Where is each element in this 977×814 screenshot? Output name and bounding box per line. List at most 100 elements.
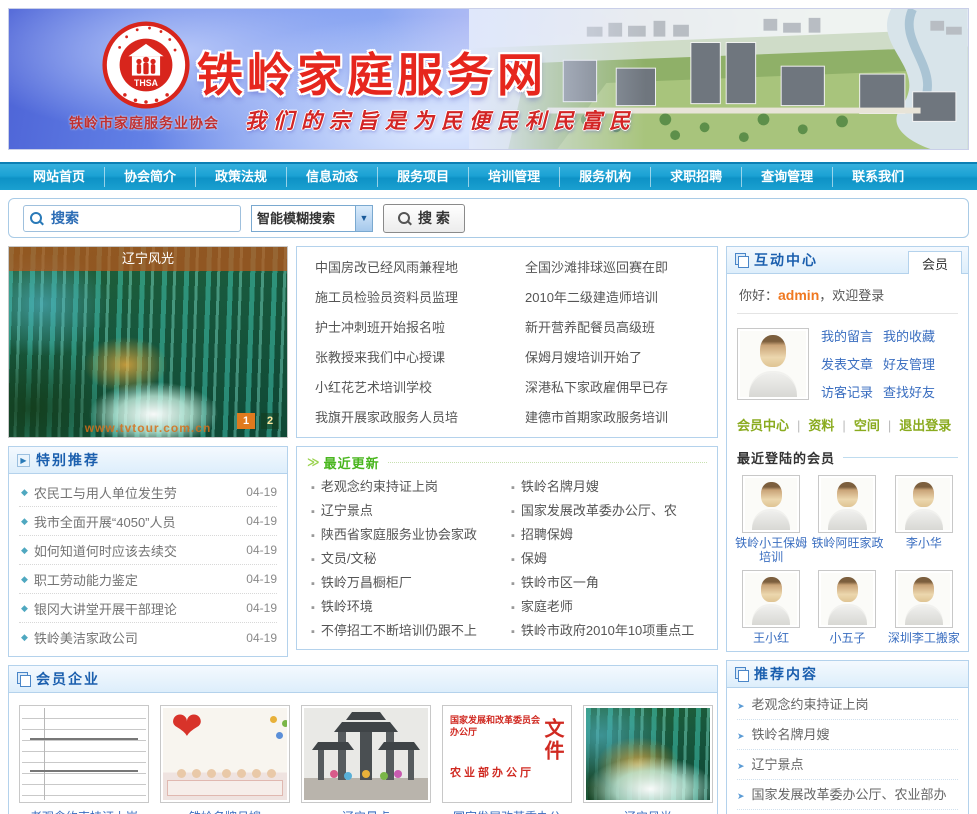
link-space[interactable]: 空间 bbox=[854, 415, 899, 434]
special-item[interactable]: ◆ 铁岭美洁家政公司 04-19 bbox=[19, 623, 277, 652]
double-chevron-icon: ≫ bbox=[307, 455, 320, 469]
special-item[interactable]: ◆ 农民工与用人单位发生劳 04-19 bbox=[19, 478, 277, 507]
link-profile[interactable]: 资料 bbox=[808, 415, 853, 434]
link-logout[interactable]: 退出登录 bbox=[899, 415, 951, 434]
news-link[interactable]: 施工员检验员资料员监理 bbox=[297, 283, 507, 313]
update-link[interactable]: 陕西省家庭服务业协会家政 bbox=[307, 523, 507, 547]
enterprise-item[interactable]: 国家发展和改革委员会办公厅 农业部办公厅 文件 国家发展改革委办公 bbox=[442, 705, 572, 814]
slideshow-page-2[interactable]: 2 bbox=[261, 413, 279, 429]
search-input[interactable] bbox=[23, 205, 241, 232]
user-avatar[interactable] bbox=[737, 328, 809, 400]
update-link[interactable]: 国家发展改革委办公厅、农 bbox=[507, 499, 707, 523]
enterprise-item[interactable]: 辽宁景点 bbox=[301, 705, 431, 814]
photo-slideshow[interactable]: 辽宁风光 www.tvtour.com.cn 1 2 bbox=[8, 246, 288, 438]
recommend-link[interactable]: 老观念约束持证上岗 bbox=[737, 690, 958, 720]
nav-training[interactable]: 培训管理 bbox=[469, 167, 560, 187]
search-bar: 智能模糊搜索 ▼ 搜 索 bbox=[8, 198, 969, 238]
special-item[interactable]: ◆ 职工劳动能力鉴定 04-19 bbox=[19, 565, 277, 594]
member-avatar bbox=[742, 475, 800, 533]
news-link[interactable]: 深港私下家政雇佣早已存 bbox=[507, 373, 717, 403]
news-link[interactable]: 小红花艺术培训学校 bbox=[297, 373, 507, 403]
nav-agencies[interactable]: 服务机构 bbox=[560, 167, 651, 187]
recommend-link[interactable]: 铁岭名牌月嫂 bbox=[737, 720, 958, 750]
headline-news-panel: 中国房改已经风雨兼程地 全国沙滩排球巡回赛在即 施工员检验员资料员监理 2010… bbox=[296, 246, 718, 438]
nav-jobs[interactable]: 求职招聘 bbox=[651, 167, 742, 187]
enterprise-item[interactable]: 老观念约束持证上岗 bbox=[19, 705, 149, 814]
nav-contact[interactable]: 联系我们 bbox=[833, 167, 923, 187]
bullet-arrow-icon: ◆ bbox=[21, 632, 28, 643]
news-link[interactable]: 中国房改已经风雨兼程地 bbox=[297, 253, 507, 283]
news-link[interactable]: 新开营养配餐员高级班 bbox=[507, 313, 717, 343]
update-link[interactable]: 家庭老师 bbox=[507, 595, 707, 619]
news-link[interactable]: 全国沙滩排球巡回赛在即 bbox=[507, 253, 717, 283]
update-link[interactable]: 铁岭万昌橱柜厂 bbox=[307, 571, 507, 595]
slideshow-page-1[interactable]: 1 bbox=[237, 413, 255, 429]
bullet-arrow-icon: ◆ bbox=[21, 574, 28, 585]
link-my-favorites[interactable]: 我的收藏 bbox=[883, 326, 935, 345]
update-link[interactable]: 老观念约束持证上岗 bbox=[307, 475, 507, 499]
special-item[interactable]: ◆ 如何知道何时应该去续交 04-19 bbox=[19, 536, 277, 565]
link-post-article[interactable]: 发表文章 bbox=[821, 354, 873, 373]
special-item[interactable]: ◆ 银冈大讲堂开展干部理论 04-19 bbox=[19, 594, 277, 623]
nav-home[interactable]: 网站首页 bbox=[14, 167, 105, 187]
link-my-messages[interactable]: 我的留言 bbox=[821, 326, 873, 345]
member-item[interactable]: 李小华 bbox=[886, 475, 962, 564]
member-enterprises-panel: 会员企业 老观念约束持证上岗 铁岭名牌月嫂 bbox=[8, 665, 718, 814]
link-find-friends[interactable]: 查找好友 bbox=[883, 382, 935, 401]
update-link[interactable]: 铁岭市政府2010年10项重点工 bbox=[507, 619, 707, 643]
enterprise-thumb-group-photo bbox=[163, 708, 287, 800]
member-item[interactable]: 铁岭阿旺家政 bbox=[809, 475, 885, 564]
dotted-divider bbox=[388, 462, 707, 463]
news-link[interactable]: 护士冲刺班开始报名啦 bbox=[297, 313, 507, 343]
site-title: 铁岭家庭服务网 bbox=[197, 39, 547, 105]
panel-title: 特别推荐 bbox=[36, 450, 100, 470]
recommended-content-panel: 推荐内容 老观念约束持证上岗 铁岭名牌月嫂 辽宁景点 国家发展改革委办公厅、农业… bbox=[726, 660, 969, 814]
member-avatar bbox=[818, 570, 876, 628]
member-item[interactable]: 深圳李工搬家 bbox=[886, 570, 962, 645]
update-link[interactable]: 文员/文秘 bbox=[307, 547, 507, 571]
bullet-arrow-icon: ◆ bbox=[21, 603, 28, 614]
link-visitor-log[interactable]: 访客记录 bbox=[821, 382, 873, 401]
member-avatar bbox=[742, 570, 800, 628]
news-link[interactable]: 我旗开展家政服务人员培 bbox=[297, 403, 507, 433]
enterprise-item[interactable]: 辽宁风光 bbox=[583, 705, 713, 814]
news-link[interactable]: 张教授来我们中心授课 bbox=[297, 343, 507, 373]
nav-policies[interactable]: 政策法规 bbox=[196, 167, 287, 187]
bullet-arrow-icon: ◆ bbox=[21, 487, 28, 498]
nav-query[interactable]: 查询管理 bbox=[742, 167, 833, 187]
member-item[interactable]: 王小红 bbox=[733, 570, 809, 645]
member-item[interactable]: 小五子 bbox=[809, 570, 885, 645]
update-link[interactable]: 不停招工不断培训仍跟不上 bbox=[307, 619, 507, 643]
site-slogan: 我们的宗旨是为民便民利民富民 bbox=[245, 105, 637, 135]
special-item[interactable]: ◆ 我市全面开展“4050”人员 04-19 bbox=[19, 507, 277, 536]
update-link[interactable]: 保姆 bbox=[507, 547, 707, 571]
nav-news[interactable]: 信息动态 bbox=[287, 167, 378, 187]
nav-services[interactable]: 服务项目 bbox=[378, 167, 469, 187]
member-item[interactable]: 铁岭小王保姆培训 bbox=[733, 475, 809, 564]
search-button[interactable]: 搜 索 bbox=[383, 204, 465, 233]
recommend-link[interactable]: 不停招工不断培训仍跟不上需求 家 bbox=[737, 810, 958, 814]
panel-arrow-icon: ▶ bbox=[17, 454, 30, 467]
news-link[interactable]: 建德市首期家政服务培训 bbox=[507, 403, 717, 433]
update-link[interactable]: 铁岭名牌月嫂 bbox=[507, 475, 707, 499]
update-link[interactable]: 铁岭环境 bbox=[307, 595, 507, 619]
interaction-center-panel: 互动中心 会员 你好：admin，欢迎登录 我的留言 我的收藏 发表文章 好友管… bbox=[726, 246, 969, 652]
recommend-link[interactable]: 国家发展改革委办公厅、农业部办 bbox=[737, 780, 958, 810]
update-link[interactable]: 招聘保姆 bbox=[507, 523, 707, 547]
link-member-center[interactable]: 会员中心 bbox=[737, 415, 808, 434]
divider bbox=[843, 457, 958, 458]
enterprise-item[interactable]: 铁岭名牌月嫂 bbox=[160, 705, 290, 814]
tab-member[interactable]: 会员 bbox=[908, 251, 962, 274]
link-friend-manage[interactable]: 好友管理 bbox=[883, 354, 935, 373]
search-mode-select[interactable]: 智能模糊搜索 bbox=[251, 205, 373, 232]
panel-title: 会员企业 bbox=[36, 669, 100, 689]
update-link[interactable]: 铁岭市区一角 bbox=[507, 571, 707, 595]
news-link[interactable]: 2010年二级建造师培训 bbox=[507, 283, 717, 313]
recommend-link[interactable]: 辽宁景点 bbox=[737, 750, 958, 780]
association-name: 铁岭市家庭服务业协会 bbox=[39, 113, 249, 133]
news-link[interactable]: 保姆月嫂培训开始了 bbox=[507, 343, 717, 373]
update-link[interactable]: 辽宁景点 bbox=[307, 499, 507, 523]
bullet-arrow-icon: ◆ bbox=[21, 516, 28, 527]
item-date: 04-19 bbox=[246, 601, 277, 615]
nav-association-intro[interactable]: 协会简介 bbox=[105, 167, 196, 187]
